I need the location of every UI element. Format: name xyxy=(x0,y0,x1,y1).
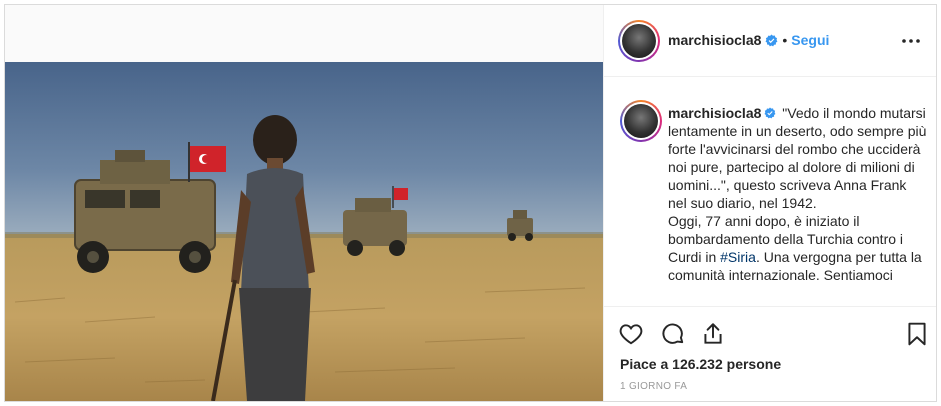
post-sidebar: marchisiocla8 • Segui marchisiocla8 "Ved… xyxy=(603,5,936,401)
heart-icon[interactable] xyxy=(618,321,644,347)
verified-badge-icon xyxy=(765,34,778,46)
likes-count[interactable]: Piace a 126.232 persone xyxy=(620,356,781,372)
follow-button[interactable]: Segui xyxy=(791,32,829,48)
post-caption: marchisiocla8 "Vedo il mondo mutarsi len… xyxy=(668,104,928,284)
post-timestamp[interactable]: 1 GIORNO FA xyxy=(620,381,687,392)
verified-badge-icon xyxy=(764,107,776,119)
caption-username[interactable]: marchisiocla8 xyxy=(668,105,761,121)
separator-dot: • xyxy=(782,32,788,48)
hashtag-link[interactable]: #Siria xyxy=(720,249,756,265)
comments-area[interactable]: marchisiocla8 "Vedo il mondo mutarsi len… xyxy=(604,78,936,306)
bookmark-icon[interactable] xyxy=(904,321,930,347)
author-username[interactable]: marchisiocla8 xyxy=(668,32,761,48)
caption-avatar[interactable] xyxy=(620,100,662,142)
share-icon[interactable] xyxy=(700,321,726,347)
actions-bar: Piace a 126.232 persone 1 GIORNO FA xyxy=(604,306,936,401)
author-avatar[interactable] xyxy=(618,20,660,62)
comment-icon[interactable] xyxy=(660,321,686,347)
author-line: marchisiocla8 • Segui xyxy=(668,32,829,48)
post-header: marchisiocla8 • Segui xyxy=(604,5,936,77)
post-photo[interactable] xyxy=(5,62,603,401)
post-media xyxy=(5,5,603,401)
instagram-post: marchisiocla8 • Segui marchisiocla8 "Ved… xyxy=(4,4,937,402)
more-options-icon[interactable] xyxy=(901,33,921,49)
